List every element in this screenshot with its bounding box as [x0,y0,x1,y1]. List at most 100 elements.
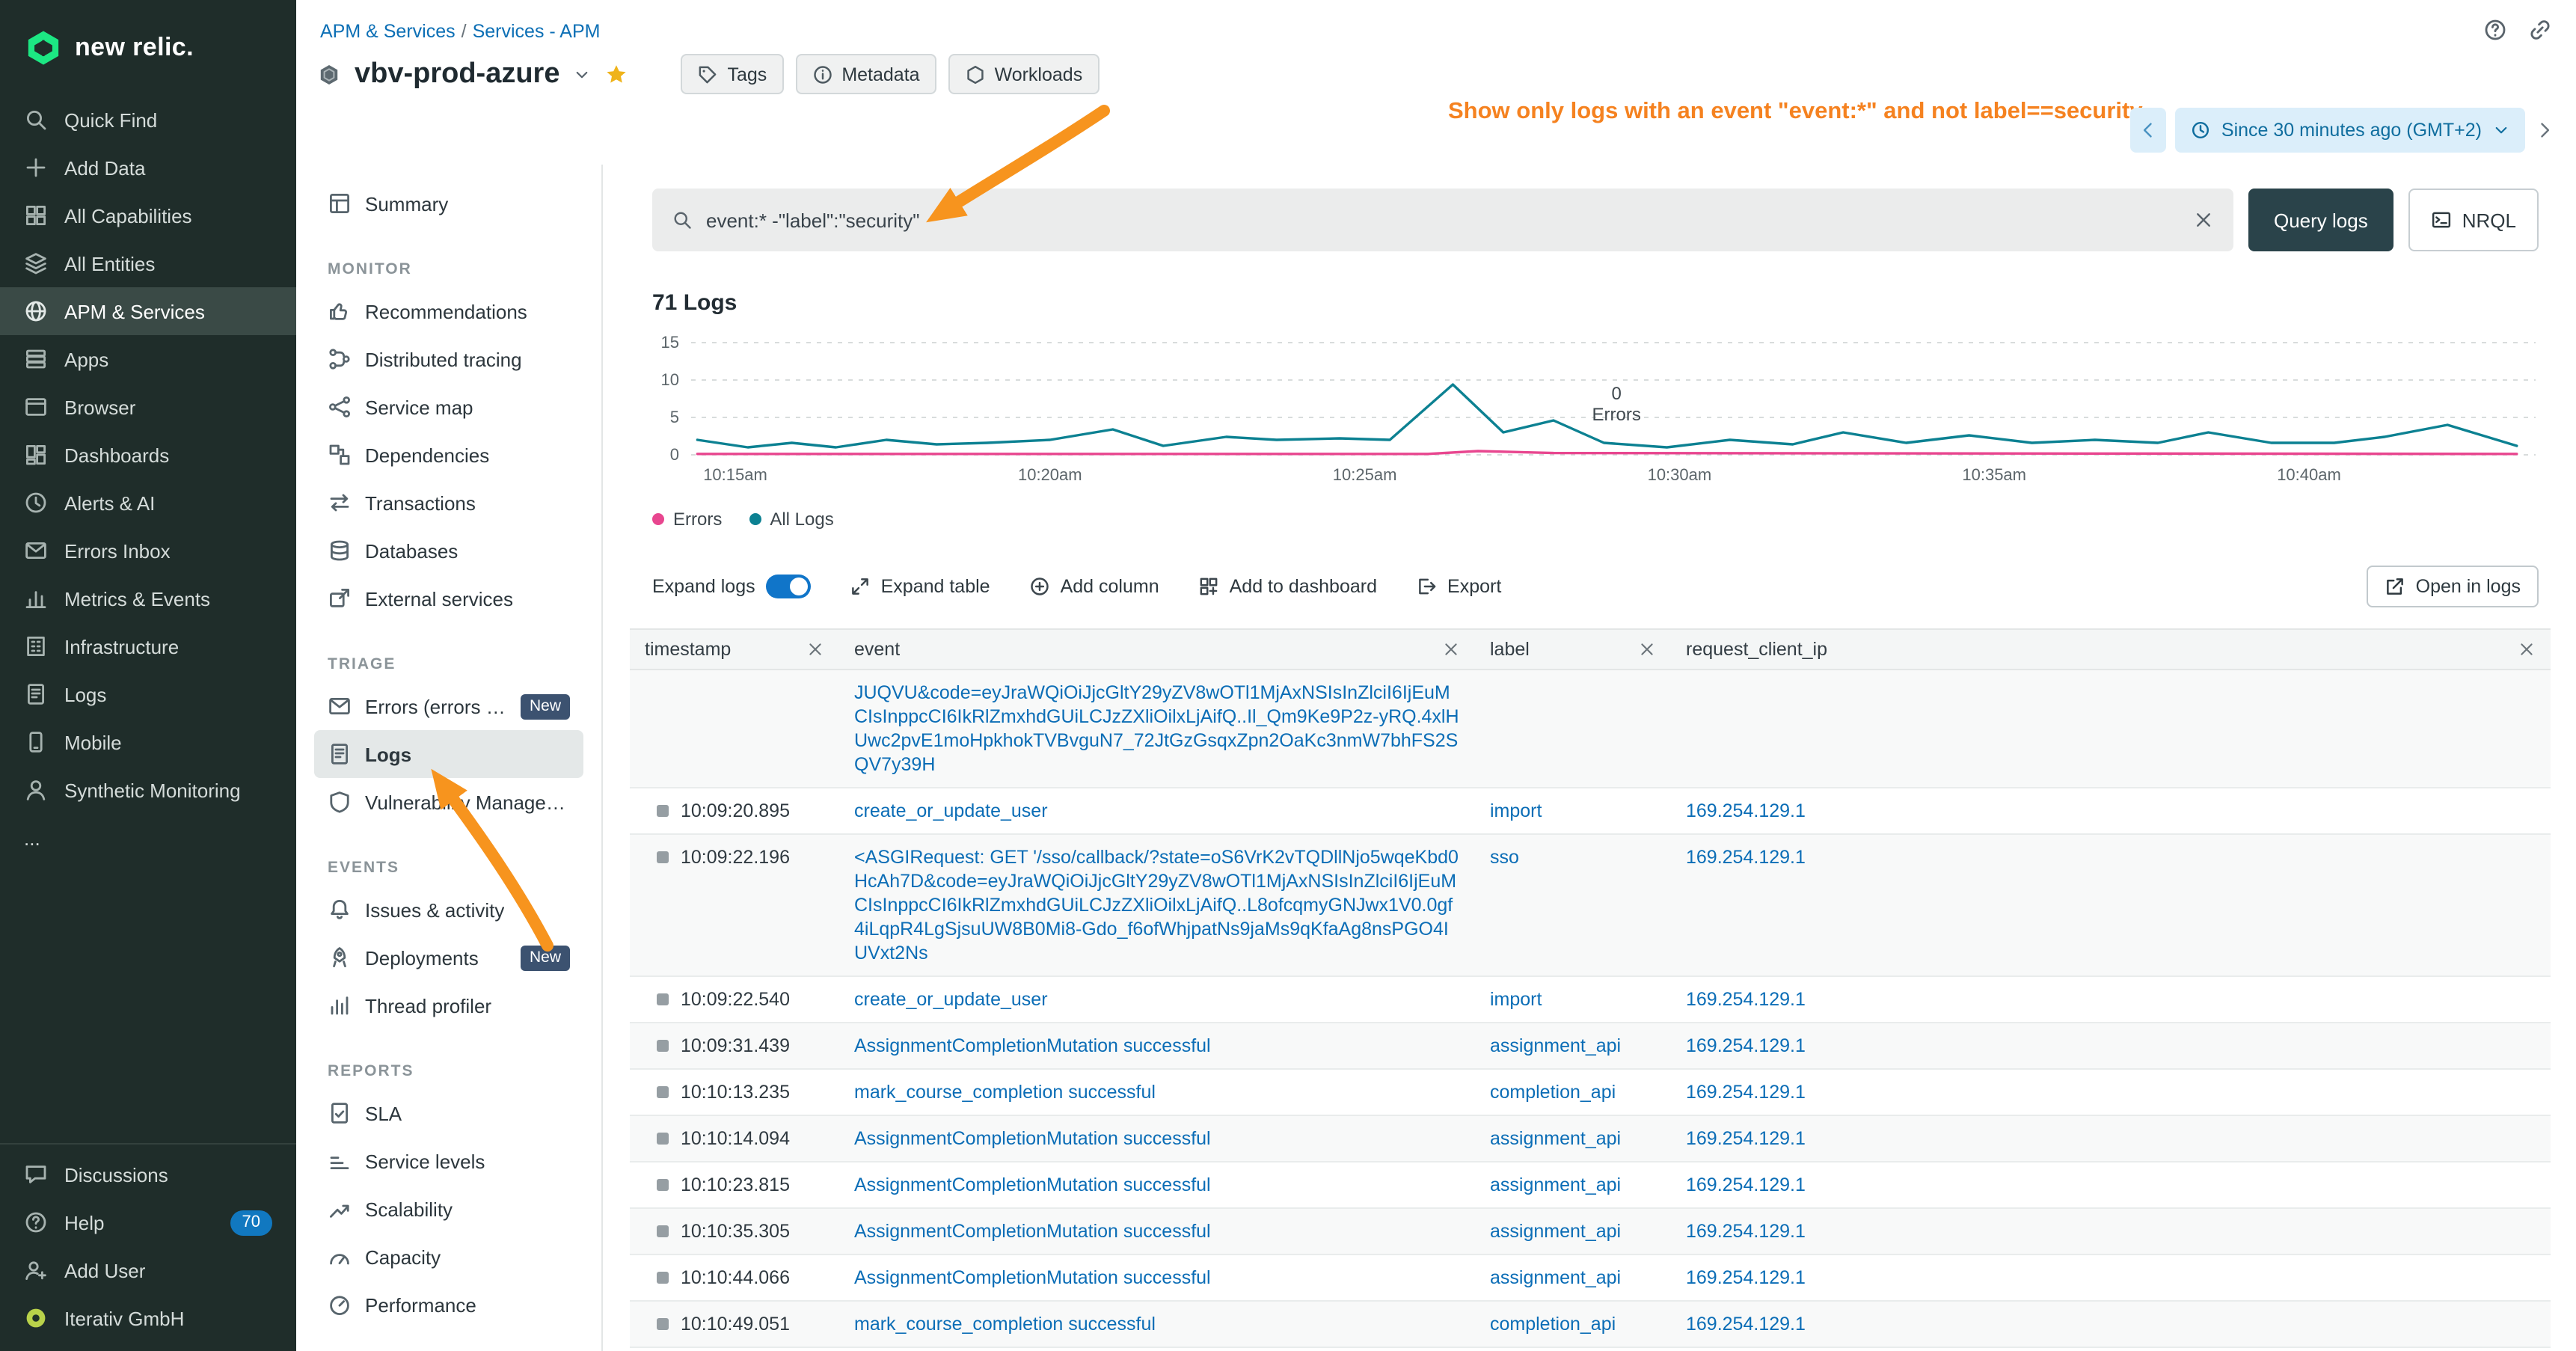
log-row[interactable]: 10:09:20.895create_or_update_userimport1… [630,788,2551,835]
export-button[interactable]: Export [1416,576,1501,597]
log-row[interactable]: 10:09:22.196<ASGIRequest: GET '/sso/call… [630,835,2551,977]
event-link[interactable]: create_or_update_user [854,800,1048,821]
event-link[interactable]: AssignmentCompletionMutation successful [854,1267,1211,1288]
entity-nav-item-recommendations[interactable]: Recommendations [314,287,583,335]
metadata-button[interactable]: Metadata [795,54,936,94]
clear-query-button[interactable] [2193,209,2214,230]
tags-button[interactable]: Tags [681,54,784,94]
remove-column-button[interactable] [806,640,824,658]
log-row[interactable]: 10:10:35.305AssignmentCompletionMutation… [630,1209,2551,1255]
sidebar-item-browser[interactable]: Browser [0,383,296,431]
entity-nav-item-logs[interactable]: Logs [314,730,583,778]
sidebar-item-metrics-events[interactable]: Metrics & Events [0,575,296,622]
sidebar-item-alerts-ai[interactable]: Alerts & AI [0,479,296,527]
new-relic-logo[interactable]: new relic. [0,0,296,96]
sidebar-item-quick-find[interactable]: Quick Find [0,96,296,144]
open-in-logs-button[interactable]: Open in logs [2367,566,2539,607]
remove-column-button[interactable] [1442,640,1460,658]
event-link[interactable]: AssignmentCompletionMutation successful [854,1174,1211,1195]
remove-column-button[interactable] [2518,640,2536,658]
label-link[interactable]: assignment_api [1490,1128,1621,1149]
breadcrumb-services-apm[interactable]: Services - APM [473,21,601,42]
time-forward-button[interactable] [2534,120,2555,141]
label-link[interactable]: import [1490,989,1542,1010]
log-row[interactable]: 10:10:13.235mark_course_completion succe… [630,1070,2551,1116]
request-client-ip-link[interactable]: 169.254.129.1 [1686,1314,1806,1335]
log-row[interactable]: 10:10:14.094AssignmentCompletionMutation… [630,1116,2551,1162]
time-range-picker[interactable]: Since 30 minutes ago (GMT+2) [2175,108,2525,153]
logs-query-input[interactable]: event:* -"label":"security" [652,189,2233,251]
entity-nav-item-errors-errors-inb[interactable]: Errors (errors inb...New [314,682,583,730]
legend-item-errors[interactable]: Errors [652,509,722,530]
entity-nav-item-distributed-tracing[interactable]: Distributed tracing [314,335,583,383]
sidebar-item-infrastructure[interactable]: Infrastructure [0,622,296,670]
sidebar-item-synthetic-monitoring[interactable]: Synthetic Monitoring [0,766,296,814]
label-link[interactable]: assignment_api [1490,1174,1621,1195]
log-row[interactable]: 10:10:23.815AssignmentCompletionMutation… [630,1162,2551,1209]
entity-nav-item-thread-profiler[interactable]: Thread profiler [314,981,583,1029]
sidebar-item-add-data[interactable]: Add Data [0,144,296,192]
request-client-ip-link[interactable]: 169.254.129.1 [1686,1035,1806,1056]
entity-nav-item-service-levels[interactable]: Service levels [314,1137,583,1185]
sidebar-item-apps[interactable]: Apps [0,335,296,383]
request-client-ip-link[interactable]: 169.254.129.1 [1686,847,1806,868]
request-client-ip-link[interactable]: 169.254.129.1 [1686,989,1806,1010]
log-row[interactable]: 10:09:31.439AssignmentCompletionMutation… [630,1023,2551,1070]
sidebar-item-mobile[interactable]: Mobile [0,718,296,766]
event-link[interactable]: JUQVU&code=eyJraWQiOiJjcGltY29yZV8wOTl1M… [854,682,1459,775]
log-row[interactable]: 10:09:22.540create_or_update_userimport1… [630,977,2551,1023]
log-row[interactable]: 10:11:00.311AssignmentCompletionMutation… [630,1348,2551,1351]
entity-nav-item-transactions[interactable]: Transactions [314,479,583,527]
entity-nav-item-vulnerability-management[interactable]: Vulnerability Management [314,778,583,826]
sidebar-item-all-capabilities[interactable]: All Capabilities [0,192,296,239]
request-client-ip-link[interactable]: 169.254.129.1 [1686,1128,1806,1149]
column-header-label[interactable]: label [1475,639,1671,660]
entity-nav-item-service-map[interactable]: Service map [314,383,583,431]
legend-item-all-logs[interactable]: All Logs [749,509,833,530]
label-link[interactable]: completion_api [1490,1314,1616,1335]
label-link[interactable]: import [1490,800,1542,821]
add-to-dashboard-button[interactable]: Add to dashboard [1198,576,1377,597]
sidebar-footer-discussions[interactable]: Discussions [0,1151,296,1198]
event-link[interactable]: mark_course_completion successful [854,1082,1156,1103]
entity-nav-item-summary[interactable]: Summary [314,180,583,227]
entity-nav-item-sla[interactable]: SLA [314,1089,583,1137]
column-header-request_client_ip[interactable]: request_client_ip [1671,639,2551,660]
expand-table-button[interactable]: Expand table [850,576,990,597]
sidebar-item-errors-inbox[interactable]: Errors Inbox [0,527,296,575]
sidebar-footer-iterativ-gmbh[interactable]: Iterativ GmbH [0,1294,296,1342]
favorite-star-icon[interactable] [605,62,629,86]
remove-column-button[interactable] [1638,640,1656,658]
log-row[interactable]: JUQVU&code=eyJraWQiOiJjcGltY29yZV8wOTl1M… [630,670,2551,788]
request-client-ip-link[interactable]: 169.254.129.1 [1686,800,1806,821]
copy-link-icon[interactable] [2528,18,2552,42]
sidebar-footer-add-user[interactable]: Add User [0,1246,296,1294]
event-link[interactable]: AssignmentCompletionMutation successful [854,1035,1211,1056]
request-client-ip-link[interactable]: 169.254.129.1 [1686,1082,1806,1103]
label-link[interactable]: assignment_api [1490,1035,1621,1056]
sidebar-item-apm-services[interactable]: APM & Services [0,287,296,335]
sidebar-item-dashboards[interactable]: Dashboards [0,431,296,479]
log-row[interactable]: 10:10:44.066AssignmentCompletionMutation… [630,1255,2551,1302]
entity-nav-item-performance[interactable]: Performance [314,1281,583,1329]
label-link[interactable]: sso [1490,847,1519,868]
label-link[interactable]: assignment_api [1490,1267,1621,1288]
help-circle-icon[interactable] [2483,18,2507,42]
time-back-button[interactable] [2130,108,2166,153]
workloads-button[interactable]: Workloads [948,54,1100,94]
sidebar-item-logs[interactable]: Logs [0,670,296,718]
sidebar-item-all-entities[interactable]: All Entities [0,239,296,287]
entity-nav-item-databases[interactable]: Databases [314,527,583,575]
event-link[interactable]: create_or_update_user [854,989,1048,1010]
sidebar-item-[interactable]: ... [0,814,296,862]
request-client-ip-link[interactable]: 169.254.129.1 [1686,1267,1806,1288]
request-client-ip-link[interactable]: 169.254.129.1 [1686,1174,1806,1195]
event-link[interactable]: mark_course_completion successful [854,1314,1156,1335]
entity-nav-item-scalability[interactable]: Scalability [314,1185,583,1233]
expand-logs-toggle[interactable] [766,575,811,598]
nrql-button[interactable]: NRQL [2408,189,2539,251]
column-header-event[interactable]: event [839,639,1475,660]
breadcrumb-apm-services[interactable]: APM & Services [320,21,456,42]
log-row[interactable]: 10:10:49.051mark_course_completion succe… [630,1302,2551,1348]
column-header-timestamp[interactable]: timestamp [630,639,839,660]
